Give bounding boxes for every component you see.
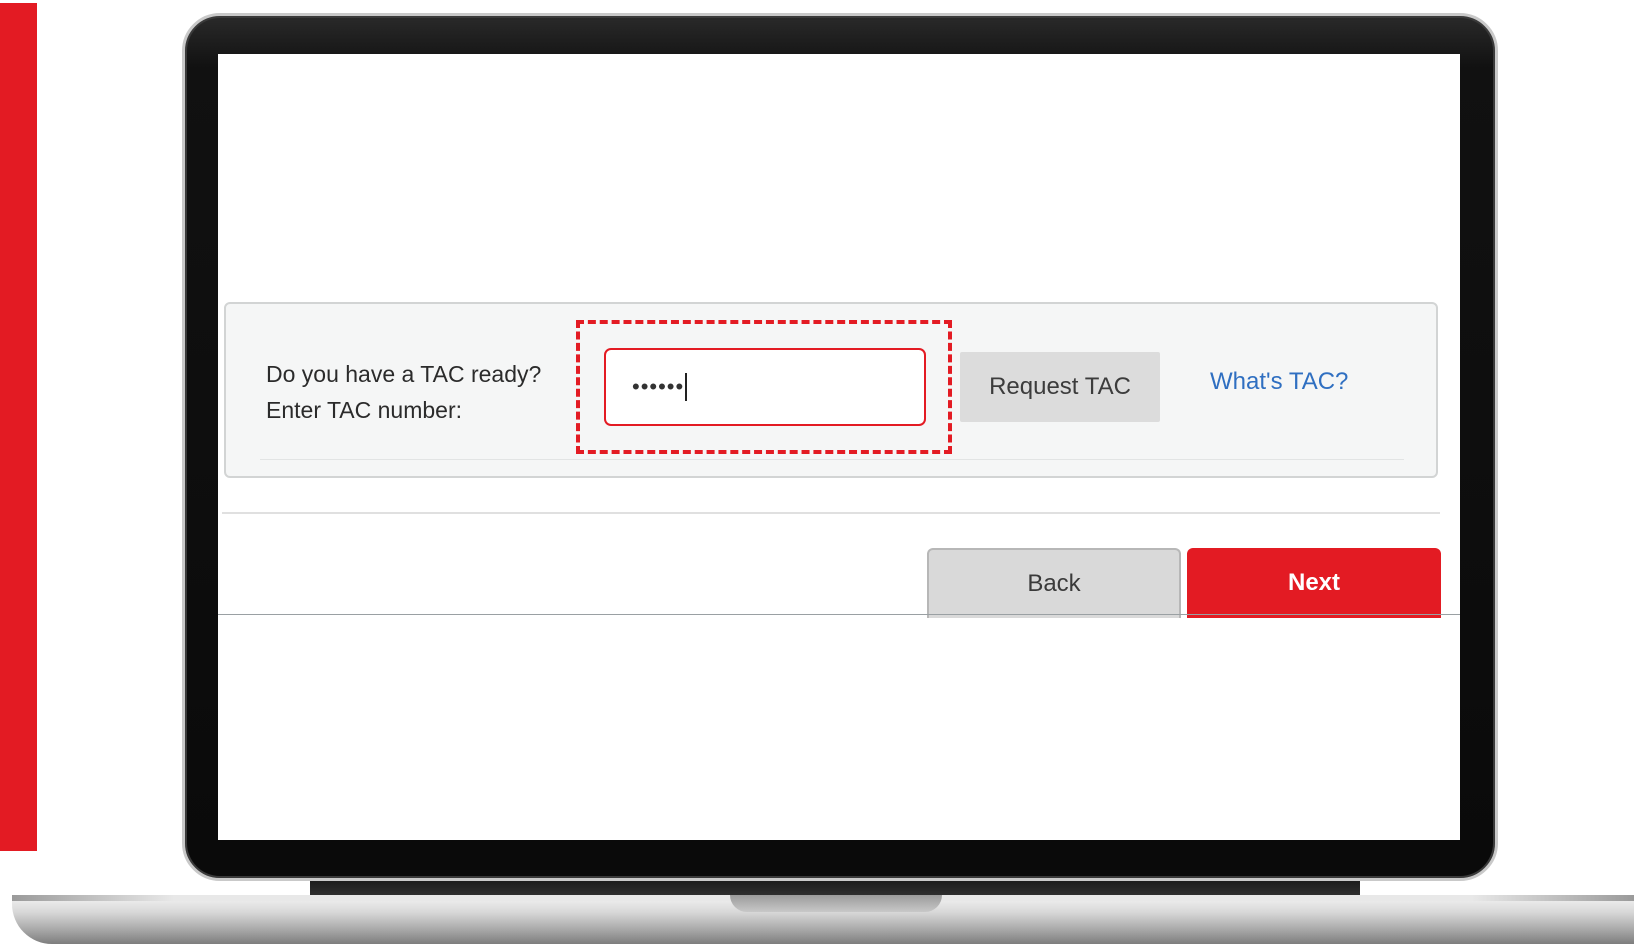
whats-tac-link[interactable]: What's TAC? <box>1210 368 1348 396</box>
laptop-hinge <box>310 881 1360 895</box>
section-divider <box>222 512 1440 514</box>
text-caret <box>685 373 688 401</box>
tac-question: Do you have a TAC ready? Enter TAC numbe… <box>266 356 541 428</box>
tac-question-line2: Enter TAC number: <box>266 397 463 423</box>
stage: Do you have a TAC ready? Enter TAC numbe… <box>0 0 1634 944</box>
tac-input[interactable]: •••••• <box>604 348 926 426</box>
bottom-rule <box>218 614 1460 615</box>
panel-inner-divider <box>260 459 1404 460</box>
tac-panel: Do you have a TAC ready? Enter TAC numbe… <box>224 302 1438 478</box>
laptop-notch <box>730 895 942 912</box>
accent-bar <box>0 3 37 851</box>
request-tac-button[interactable]: Request TAC <box>960 352 1160 422</box>
laptop-screen: Do you have a TAC ready? Enter TAC numbe… <box>218 54 1460 840</box>
back-button[interactable]: Back <box>927 548 1181 618</box>
tac-question-line1: Do you have a TAC ready? <box>266 361 542 387</box>
tac-input-value: •••••• <box>632 374 685 399</box>
next-button[interactable]: Next <box>1187 548 1441 618</box>
